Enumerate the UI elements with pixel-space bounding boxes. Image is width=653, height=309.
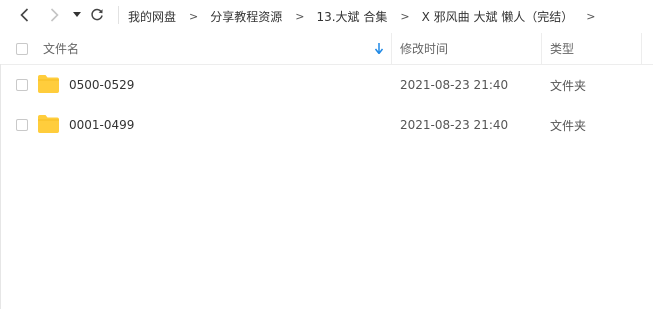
column-divider[interactable] — [641, 33, 642, 64]
caret-down-icon[interactable] — [71, 5, 83, 25]
chevron-left-icon[interactable] — [16, 5, 32, 25]
select-all-checkbox[interactable] — [16, 43, 28, 55]
chevron-right-icon[interactable] — [46, 5, 62, 25]
table-header: 文件名 修改时间 类型 — [0, 33, 653, 65]
column-header-name[interactable]: 文件名 — [43, 33, 79, 64]
row-checkbox[interactable] — [16, 79, 28, 91]
table-row[interactable]: 0500-0529 2021-08-23 21:40 文件夹 — [0, 65, 653, 105]
folder-icon — [38, 115, 59, 136]
table-row[interactable]: 0001-0499 2021-08-23 21:40 文件夹 — [0, 105, 653, 145]
refresh-icon[interactable] — [89, 5, 105, 25]
breadcrumb-item-share-tutorials[interactable]: 分享教程资源 — [210, 8, 282, 25]
column-header-modified[interactable]: 修改时间 — [400, 33, 448, 64]
nav-divider — [118, 6, 119, 24]
modified-time: 2021-08-23 21:40 — [400, 78, 509, 92]
breadcrumb-item-current-folder[interactable]: X 邪风曲 大斌 懒人（完结） — [422, 8, 574, 25]
breadcrumb-separator: > — [295, 9, 305, 23]
column-header-type[interactable]: 类型 — [550, 33, 574, 64]
breadcrumb-item-my-drive[interactable]: 我的网盘 — [128, 8, 176, 25]
file-name[interactable]: 0001-0499 — [69, 105, 134, 145]
column-divider[interactable] — [391, 33, 392, 64]
file-type: 文件夹 — [550, 118, 587, 133]
file-type: 文件夹 — [550, 78, 587, 93]
breadcrumb-separator: > — [189, 9, 199, 23]
column-divider[interactable] — [541, 33, 542, 64]
sort-down-arrow-icon[interactable] — [375, 33, 383, 64]
breadcrumb-separator: > — [400, 9, 410, 23]
navigation-bar: 我的网盘 > 分享教程资源 > 13.大斌 合集 > X 邪风曲 大斌 懒人（完… — [0, 0, 653, 32]
file-name[interactable]: 0500-0529 — [69, 65, 134, 105]
modified-time: 2021-08-23 21:40 — [400, 118, 509, 132]
breadcrumb: 我的网盘 > 分享教程资源 > 13.大斌 合集 > X 邪风曲 大斌 懒人（完… — [128, 0, 595, 32]
breadcrumb-separator[interactable]: > — [586, 10, 595, 23]
folder-icon — [38, 75, 59, 96]
breadcrumb-item-collection[interactable]: 13.大斌 合集 — [316, 8, 387, 25]
row-checkbox[interactable] — [16, 119, 28, 131]
